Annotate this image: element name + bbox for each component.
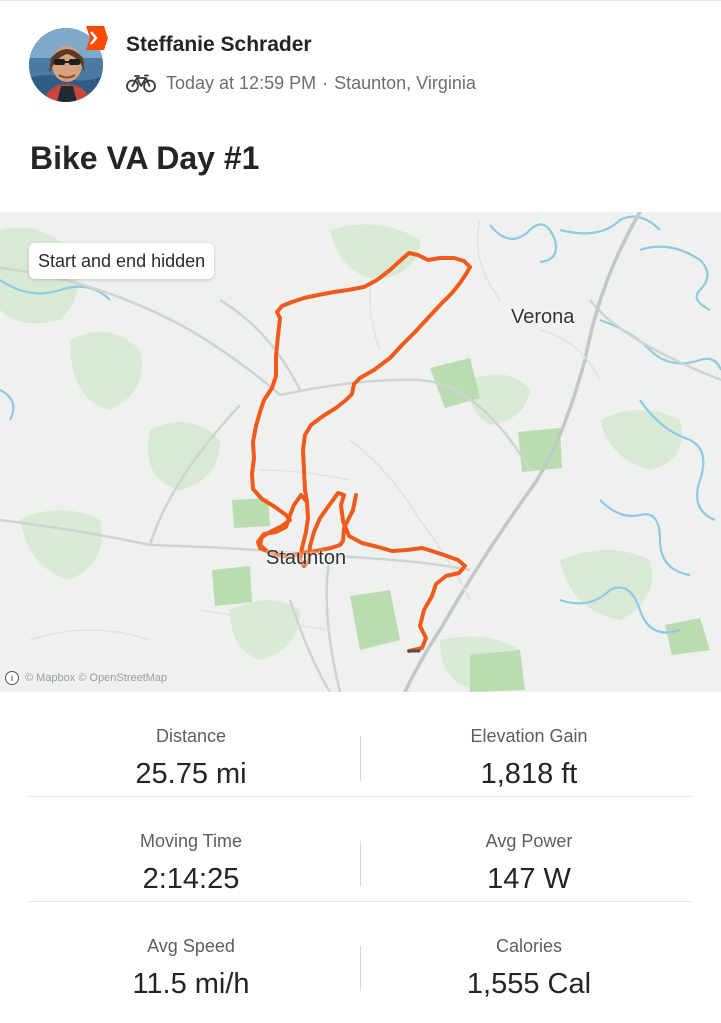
subscriber-badge-icon — [86, 26, 108, 50]
stat-elevation-gain: Elevation Gain 1,818 ft — [360, 692, 698, 796]
stats-row: Avg Speed 11.5 mi/h Calories 1,555 Cal — [29, 902, 691, 1006]
stat-label: Distance — [155, 726, 227, 746]
info-icon[interactable]: i — [5, 671, 19, 685]
activity-location: Staunton, Virginia — [334, 72, 476, 93]
stat-value: 1,555 Cal — [466, 968, 592, 1000]
bike-icon — [126, 74, 156, 93]
map-label-verona: Verona — [511, 306, 575, 328]
stat-calories: Calories 1,555 Cal — [360, 902, 698, 1006]
activity-title[interactable]: Bike VA Day #1 — [30, 140, 259, 177]
stats-row: Distance 25.75 mi Elevation Gain 1,818 f… — [29, 692, 691, 797]
stat-value: 1,818 ft — [480, 758, 578, 790]
stat-label: Moving Time — [139, 831, 243, 851]
stat-avg-speed: Avg Speed 11.5 mi/h — [29, 902, 353, 1006]
attribution-text[interactable]: © Mapbox © OpenStreetMap — [25, 672, 167, 684]
stat-label: Avg Power — [485, 831, 573, 851]
stat-value: 147 W — [487, 863, 571, 895]
stats-row: Moving Time 2:14:25 Avg Power 147 W — [29, 797, 691, 902]
map-label-staunton: Staunton — [266, 547, 347, 569]
top-divider — [0, 0, 721, 1]
stat-distance: Distance 25.75 mi — [29, 692, 353, 796]
map-attribution: i © Mapbox © OpenStreetMap — [5, 671, 167, 685]
stat-label: Avg Speed — [147, 936, 235, 956]
map-minor-roads — [29, 219, 601, 641]
stats-grid: Distance 25.75 mi Elevation Gain 1,818 f… — [29, 692, 691, 1006]
stat-label: Calories — [495, 936, 563, 956]
stat-value: 25.75 mi — [135, 758, 247, 790]
route-line — [250, 251, 472, 653]
athlete-name[interactable]: Steffanie Schrader — [126, 33, 312, 57]
activity-timestamp: Today at 12:59 PM — [166, 72, 317, 93]
meta-separator: · — [322, 72, 329, 93]
activity-meta: Today at 12:59 PM · Staunton, Virginia — [126, 70, 476, 96]
route-map[interactable] — [0, 212, 721, 692]
stat-value: 2:14:25 — [142, 863, 240, 895]
stat-value: 11.5 mi/h — [132, 968, 250, 1000]
privacy-chip: Start and end hidden — [29, 243, 215, 279]
stat-label: Elevation Gain — [470, 726, 588, 746]
stat-avg-power: Avg Power 147 W — [360, 797, 698, 901]
stat-moving-time: Moving Time 2:14:25 — [29, 797, 353, 901]
